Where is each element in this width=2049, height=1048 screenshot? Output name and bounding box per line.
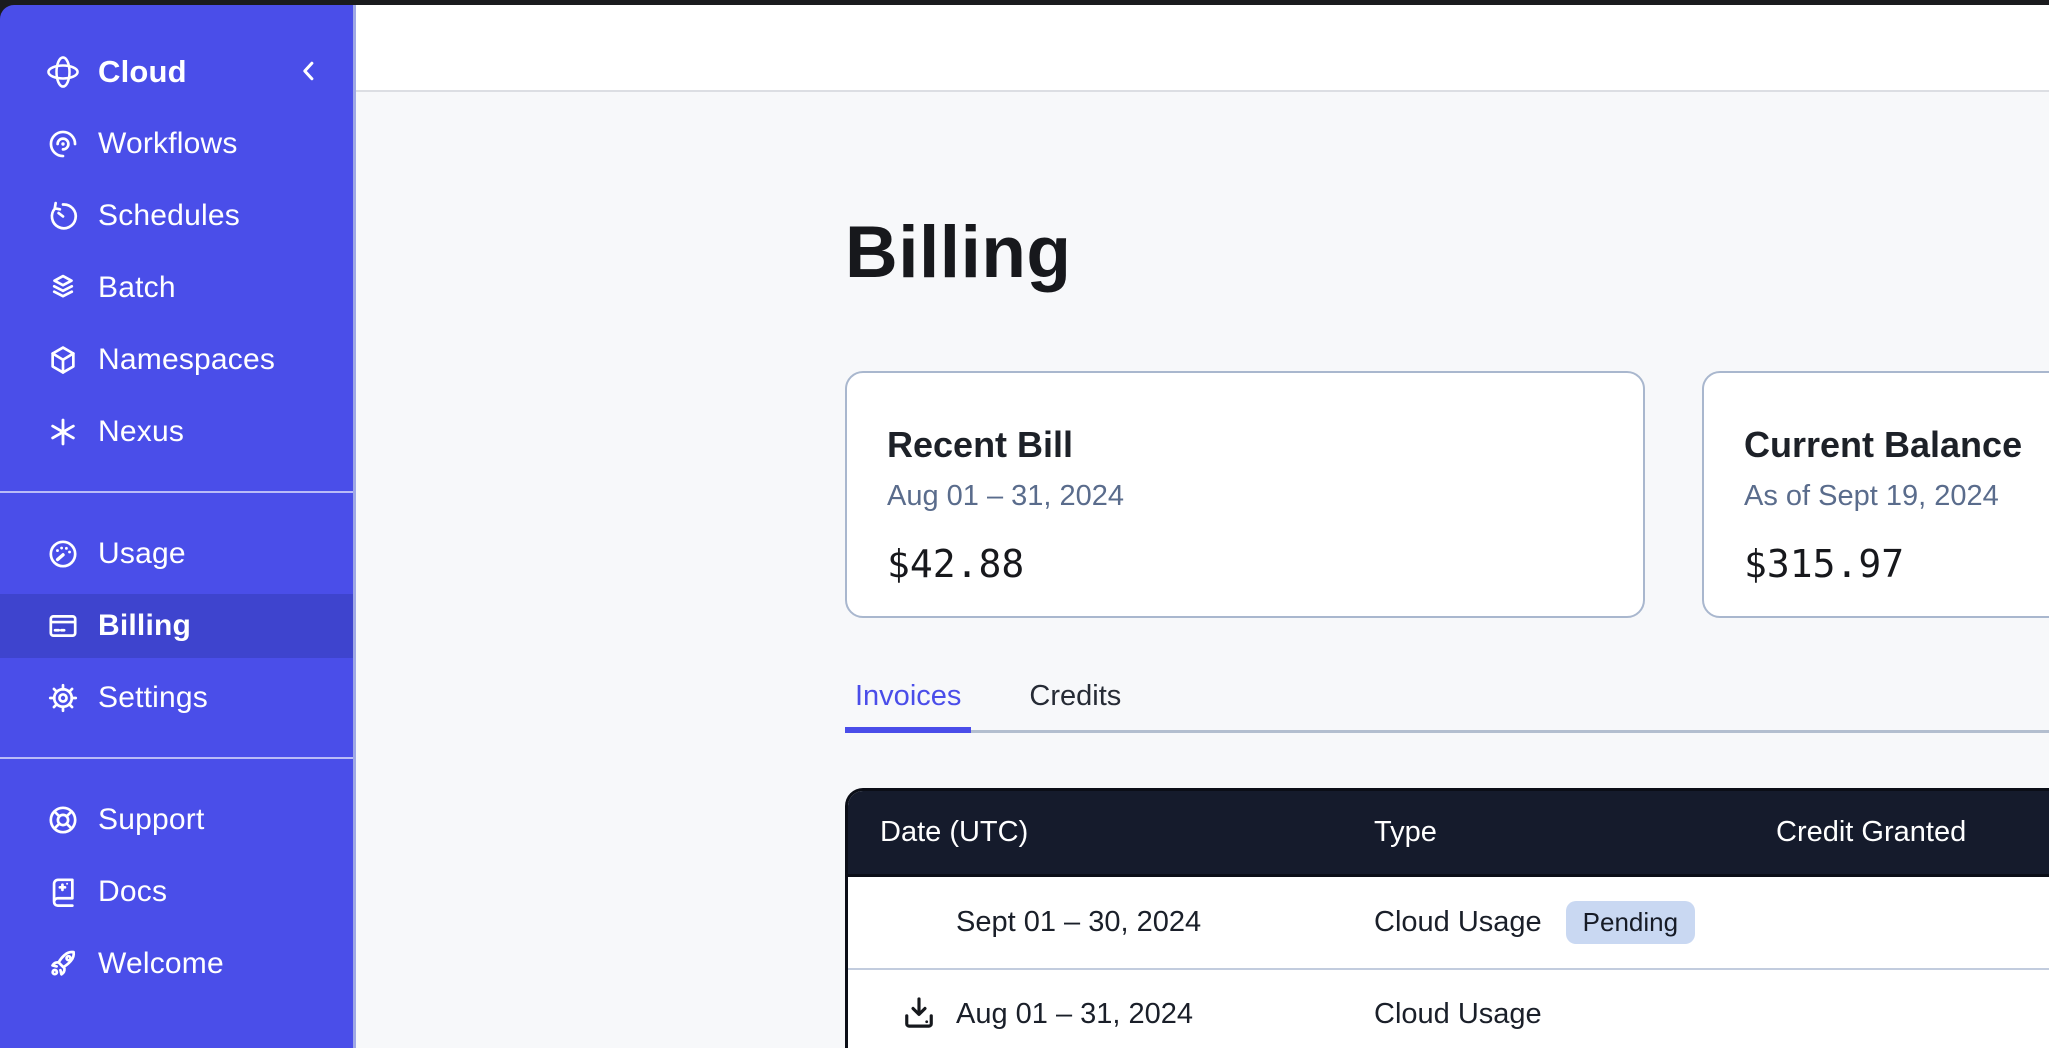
summary-cards: Recent Bill Aug 01 – 31, 2024 $42.88 Cur… xyxy=(845,371,2049,618)
invoice-date: Sept 01 – 30, 2024 xyxy=(956,906,1201,939)
invoice-type: Cloud Usage xyxy=(1374,906,1542,939)
brand-row: Cloud xyxy=(0,36,353,108)
welcome-icon xyxy=(46,947,80,981)
sidebar-item-support[interactable]: Support xyxy=(0,788,353,852)
topbar xyxy=(356,5,2049,92)
column-header-type: Type xyxy=(1342,816,1744,849)
sidebar-item-usage[interactable]: Usage xyxy=(0,522,353,586)
table-row: Aug 01 – 31, 2024 Cloud Usage xyxy=(848,968,2049,1048)
app-window: Cloud xyxy=(0,5,2049,1048)
billing-icon xyxy=(46,609,80,643)
download-icon xyxy=(898,992,940,1037)
nexus-icon xyxy=(46,415,80,449)
sidebar-item-label: Docs xyxy=(98,875,167,909)
sidebar: Cloud xyxy=(0,5,356,1048)
table-row: Sept 01 – 30, 2024 Cloud Usage Pending xyxy=(848,877,2049,968)
docs-icon xyxy=(46,875,80,909)
invoice-type: Cloud Usage xyxy=(1374,998,1542,1031)
invoices-table: Date (UTC) Type Credit Granted Sept 01 –… xyxy=(845,788,2049,1048)
sidebar-item-label: Welcome xyxy=(98,947,224,981)
sidebar-collapse-button[interactable] xyxy=(289,52,329,92)
download-slot-empty xyxy=(898,902,940,944)
sidebar-item-label: Support xyxy=(98,803,204,837)
sidebar-item-workflows[interactable]: Workflows xyxy=(0,112,353,176)
sidebar-item-docs[interactable]: Docs xyxy=(0,860,353,924)
sidebar-item-label: Workflows xyxy=(98,127,238,161)
download-invoice-button[interactable] xyxy=(898,994,940,1036)
sidebar-item-label: Nexus xyxy=(98,415,184,449)
sidebar-nav: Workflows Schedules xyxy=(0,112,353,996)
current-balance-card: Current Balance As of Sept 19, 2024 $315… xyxy=(1702,371,2049,618)
sidebar-item-label: Batch xyxy=(98,271,176,305)
schedules-icon xyxy=(46,199,80,233)
main-area: Billing Recent Bill Aug 01 – 31, 2024 $4… xyxy=(356,5,2049,1048)
sidebar-item-label: Usage xyxy=(98,537,186,571)
brand-label: Cloud xyxy=(98,54,187,90)
sidebar-item-label: Billing xyxy=(98,609,191,643)
column-header-credit-granted: Credit Granted xyxy=(1744,816,2049,849)
card-amount: $315.97 xyxy=(1744,542,2049,586)
column-header-date: Date (UTC) xyxy=(848,816,1342,849)
card-title: Recent Bill xyxy=(887,424,1603,466)
invoice-date: Aug 01 – 31, 2024 xyxy=(956,998,1193,1031)
temporal-logo-icon xyxy=(44,53,82,91)
card-amount: $42.88 xyxy=(887,542,1603,586)
page-title: Billing xyxy=(845,216,2049,289)
sidebar-item-batch[interactable]: Batch xyxy=(0,256,353,320)
card-title: Current Balance xyxy=(1744,424,2049,466)
tab-bar: Invoices Credits xyxy=(845,680,2049,733)
sidebar-item-namespaces[interactable]: Namespaces xyxy=(0,328,353,392)
workflows-icon xyxy=(46,127,80,161)
status-badge: Pending xyxy=(1566,901,1695,944)
tab-invoices[interactable]: Invoices xyxy=(845,680,971,733)
recent-bill-card: Recent Bill Aug 01 – 31, 2024 $42.88 xyxy=(845,371,1645,618)
batch-icon xyxy=(46,271,80,305)
namespaces-icon xyxy=(46,343,80,377)
sidebar-divider xyxy=(0,757,353,759)
sidebar-item-settings[interactable]: Settings xyxy=(0,666,353,730)
sidebar-item-welcome[interactable]: Welcome xyxy=(0,932,353,996)
sidebar-item-schedules[interactable]: Schedules xyxy=(0,184,353,248)
support-icon xyxy=(46,803,80,837)
table-header: Date (UTC) Type Credit Granted xyxy=(848,791,2049,877)
settings-icon xyxy=(46,681,80,715)
sidebar-item-billing[interactable]: Billing xyxy=(0,594,353,658)
sidebar-divider xyxy=(0,491,353,493)
tab-credits[interactable]: Credits xyxy=(1019,680,1131,733)
chevron-left-icon xyxy=(294,56,324,89)
billing-page: Billing Recent Bill Aug 01 – 31, 2024 $4… xyxy=(356,92,2049,1048)
usage-icon xyxy=(46,537,80,571)
card-date-range: Aug 01 – 31, 2024 xyxy=(887,480,1603,513)
sidebar-item-nexus[interactable]: Nexus xyxy=(0,400,353,464)
sidebar-item-label: Namespaces xyxy=(98,343,275,377)
card-as-of-date: As of Sept 19, 2024 xyxy=(1744,480,2049,513)
sidebar-item-label: Settings xyxy=(98,681,208,715)
sidebar-item-label: Schedules xyxy=(98,199,240,233)
